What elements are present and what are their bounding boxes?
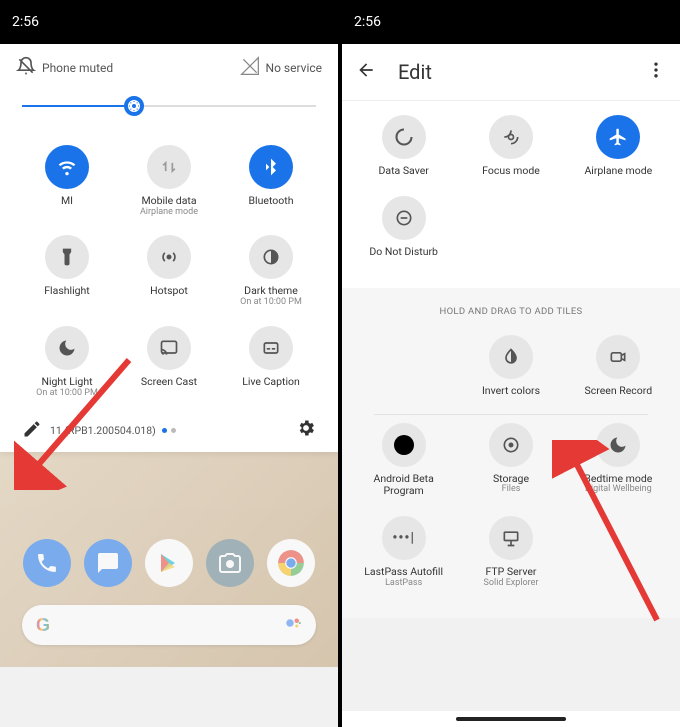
dock-camera[interactable]: [206, 539, 254, 587]
bedtime-icon: [596, 423, 640, 467]
tile-airplane-mode[interactable]: Airplane mode: [565, 111, 672, 182]
edit-icon[interactable]: [22, 419, 42, 442]
edit-header: Edit: [342, 44, 680, 101]
brightness-slider[interactable]: [22, 91, 316, 121]
active-tiles-section: Data Saver Focus mode Airplane mode Do N…: [342, 101, 680, 288]
tile-ftp-server[interactable]: FTP Server Solid Explorer: [457, 512, 564, 592]
qs-footer: 11 (RPB1.200504.018): [16, 410, 322, 452]
bell-muted-icon: [16, 56, 36, 79]
muted-label: Phone muted: [42, 61, 113, 75]
tile-android-beta[interactable]: Android Beta Program: [350, 419, 457, 502]
tile-invert-colors[interactable]: Invert colors: [457, 331, 564, 402]
invert-colors-icon: [489, 335, 533, 379]
night-light-icon: [45, 326, 89, 370]
data-saver-icon: [382, 115, 426, 159]
screenshot-right: 2:56 Edit Data Saver Focus mode Airplane…: [342, 0, 680, 727]
signal-icon: [240, 56, 260, 79]
focus-mode-icon: [489, 115, 533, 159]
available-tiles-section: Invert colors Screen Record Android Beta…: [342, 321, 680, 618]
storage-icon: [489, 423, 533, 467]
dnd-icon: [382, 196, 426, 240]
edit-title: Edit: [398, 60, 646, 84]
edit-panel: Data Saver Focus mode Airplane mode Do N…: [342, 101, 680, 618]
signal-label: No service: [266, 61, 322, 75]
dock-phone[interactable]: [23, 539, 71, 587]
hotspot-icon: [147, 235, 191, 279]
tile-focus-mode[interactable]: Focus mode: [457, 111, 564, 182]
tile-bluetooth[interactable]: Bluetooth: [220, 141, 322, 221]
drag-instruction-label: HOLD AND DRAG TO ADD TILES: [342, 288, 680, 321]
back-icon[interactable]: [356, 60, 376, 84]
dock-chrome[interactable]: [267, 539, 315, 587]
build-label: 11 (RPB1.200504.018): [50, 424, 156, 437]
assistant-icon[interactable]: [284, 614, 302, 636]
tile-data-saver[interactable]: Data Saver: [350, 111, 457, 182]
tile-night-light[interactable]: Night Light On at 10:00 PM: [16, 322, 118, 402]
mobile-data-icon: [147, 145, 191, 189]
screenshot-left: 2:56 Phone muted No service: [0, 0, 338, 727]
dock-messages[interactable]: [84, 539, 132, 587]
search-bar[interactable]: G: [22, 605, 316, 645]
quick-settings-panel: Phone muted No service MI: [0, 44, 338, 452]
tile-wifi[interactable]: MI: [16, 141, 118, 221]
screen-cast-icon: [147, 326, 191, 370]
tile-do-not-disturb[interactable]: Do Not Disturb: [350, 192, 457, 263]
tile-screen-record[interactable]: Screen Record: [565, 331, 672, 402]
tile-lastpass[interactable]: •••| LastPass Autofill LastPass: [350, 512, 457, 592]
tile-mobile-data[interactable]: Mobile data Airplane mode: [118, 141, 220, 221]
bluetooth-icon: [249, 145, 293, 189]
settings-icon[interactable]: [296, 418, 316, 442]
divider: [374, 414, 648, 415]
status-time: 2:56: [12, 14, 39, 30]
status-bar: 2:56: [342, 0, 680, 44]
status-bar: 2:56: [0, 0, 338, 44]
overflow-icon[interactable]: [646, 60, 666, 84]
page-dots: [162, 428, 176, 433]
screen-record-icon: [596, 335, 640, 379]
home-background: G: [0, 452, 338, 667]
tile-storage[interactable]: Storage Files: [457, 419, 564, 502]
flashlight-icon: [45, 235, 89, 279]
nav-bar: [342, 711, 680, 727]
dark-theme-icon: [249, 235, 293, 279]
qs-status-row: Phone muted No service: [16, 52, 322, 91]
airplane-icon: [596, 115, 640, 159]
tile-live-caption[interactable]: Live Caption: [220, 322, 322, 402]
live-caption-icon: [249, 326, 293, 370]
nav-pill[interactable]: [456, 717, 566, 721]
tile-bedtime-mode[interactable]: Bedtime mode Digital Wellbeing: [565, 419, 672, 502]
google-g-icon: G: [36, 615, 50, 636]
android-beta-icon: [382, 423, 426, 467]
status-time: 2:56: [354, 14, 381, 30]
wifi-icon: [45, 145, 89, 189]
dock: [0, 539, 338, 587]
dock-play[interactable]: [145, 539, 193, 587]
lastpass-icon: •••|: [382, 516, 426, 560]
tile-hotspot[interactable]: Hotspot: [118, 231, 220, 311]
ftp-server-icon: [489, 516, 533, 560]
qs-tiles-grid: MI Mobile data Airplane mode Bluetooth F…: [16, 141, 322, 410]
tile-flashlight[interactable]: Flashlight: [16, 231, 118, 311]
tile-dark-theme[interactable]: Dark theme On at 10:00 PM: [220, 231, 322, 311]
tile-screen-cast[interactable]: Screen Cast: [118, 322, 220, 402]
brightness-thumb[interactable]: [124, 96, 144, 116]
